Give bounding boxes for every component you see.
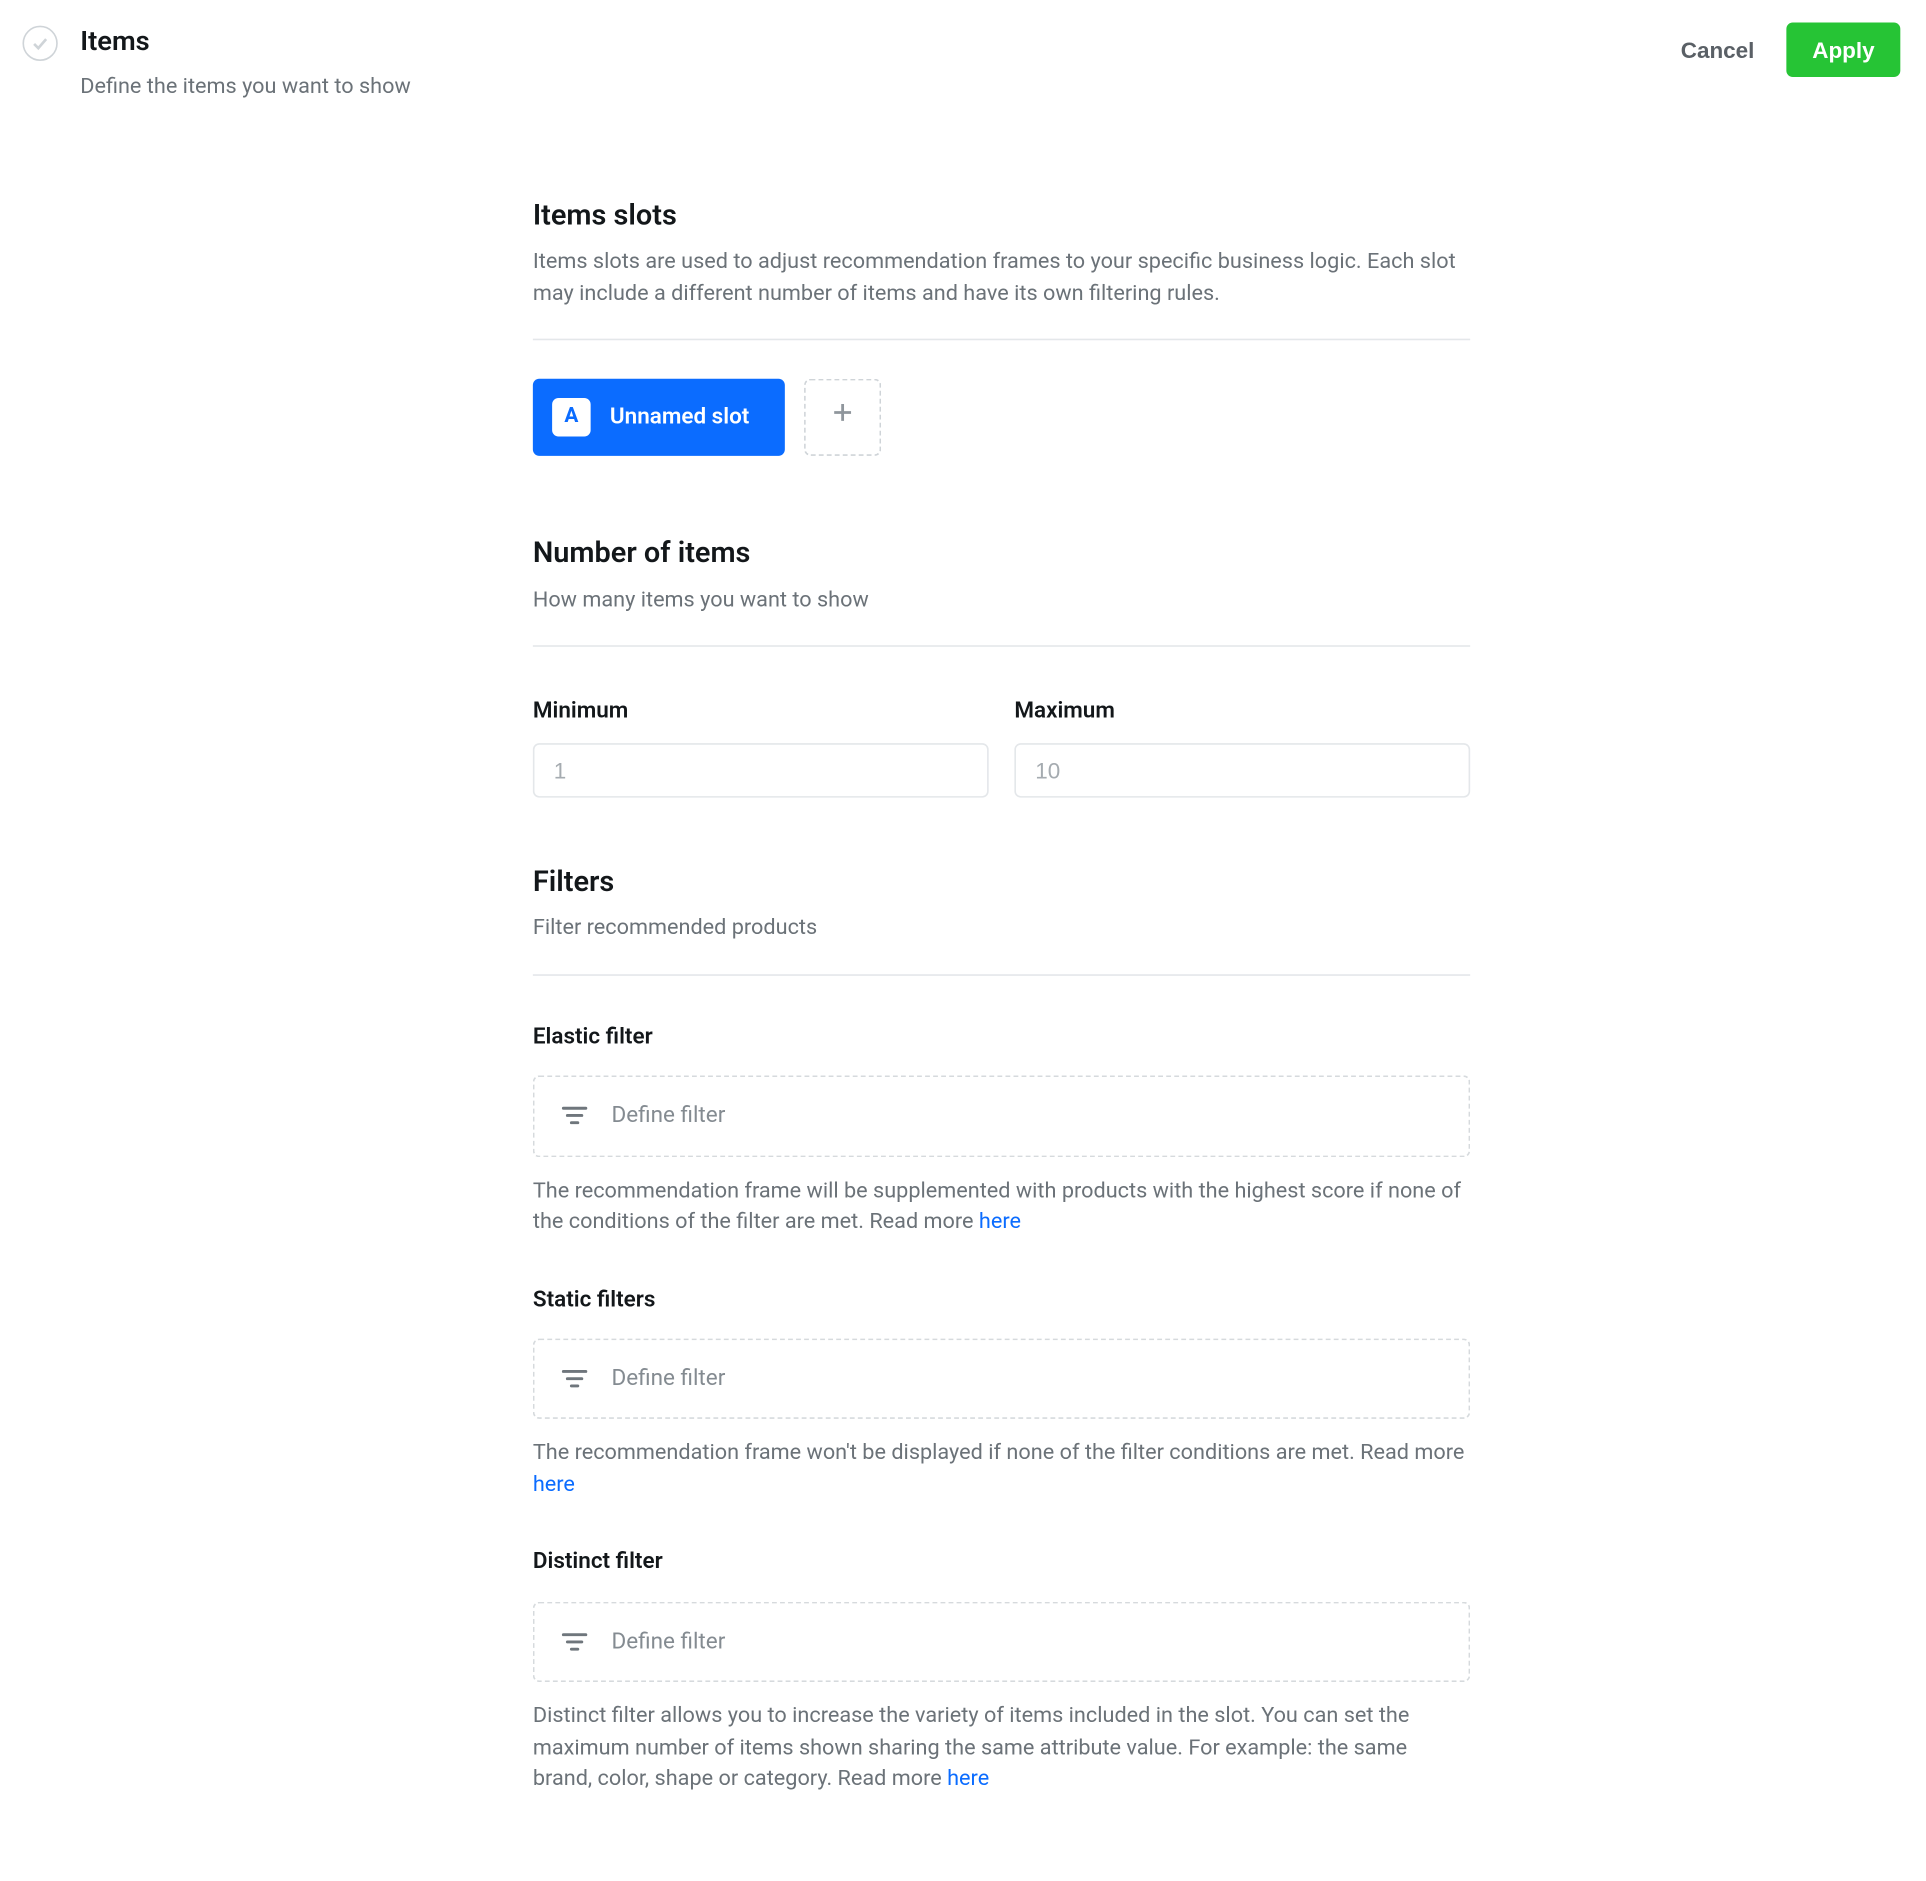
filter-icon — [560, 1102, 589, 1131]
slot-badge: A — [552, 399, 591, 438]
distinct-filter-define[interactable]: Define filter — [533, 1601, 1470, 1682]
page-title: Items — [80, 22, 410, 62]
cancel-button[interactable]: Cancel — [1674, 24, 1761, 75]
filters-section-subtitle: Filter recommended products — [533, 914, 1470, 945]
add-slot-button[interactable] — [804, 379, 881, 456]
static-filter-help-link[interactable]: here — [533, 1472, 575, 1498]
slots-section-title: Items slots — [533, 196, 1470, 238]
apply-button[interactable]: Apply — [1787, 22, 1901, 77]
plus-icon — [831, 402, 853, 435]
slot-tab-a[interactable]: A Unnamed slot — [533, 379, 785, 456]
static-filter-help: The recommendation frame won't be displa… — [533, 1439, 1470, 1502]
define-filter-text: Define filter — [612, 1100, 726, 1133]
step-check-icon — [22, 26, 57, 61]
distinct-filter-help: Distinct filter allows you to increase t… — [533, 1701, 1470, 1795]
filter-icon — [560, 1365, 589, 1394]
min-input[interactable] — [533, 744, 989, 799]
min-label: Minimum — [533, 695, 989, 728]
divider — [533, 339, 1470, 341]
elastic-filter-define[interactable]: Define filter — [533, 1076, 1470, 1157]
divider — [533, 645, 1470, 647]
number-section-subtitle: How many items you want to show — [533, 585, 1470, 616]
max-input[interactable] — [1014, 744, 1470, 799]
static-filter-define[interactable]: Define filter — [533, 1339, 1470, 1420]
define-filter-text: Define filter — [612, 1363, 726, 1396]
number-section-title: Number of items — [533, 534, 1470, 576]
divider — [533, 974, 1470, 976]
filter-icon — [560, 1627, 589, 1656]
distinct-filter-label: Distinct filter — [533, 1546, 1470, 1579]
page-header: Items Define the items you want to show … — [0, 0, 1926, 119]
filters-section-title: Filters — [533, 862, 1470, 904]
elastic-filter-help-link[interactable]: here — [979, 1209, 1021, 1235]
elastic-filter-help: The recommendation frame will be supplem… — [533, 1176, 1470, 1239]
elastic-filter-label: Elastic filter — [533, 1021, 1470, 1054]
slot-name: Unnamed slot — [610, 402, 749, 435]
page-subtitle: Define the items you want to show — [80, 72, 410, 103]
define-filter-text: Define filter — [612, 1625, 726, 1658]
slots-section-subtitle: Items slots are used to adjust recommend… — [533, 248, 1470, 311]
distinct-filter-help-link[interactable]: here — [947, 1766, 989, 1792]
max-label: Maximum — [1014, 695, 1470, 728]
static-filter-label: Static filters — [533, 1284, 1470, 1317]
